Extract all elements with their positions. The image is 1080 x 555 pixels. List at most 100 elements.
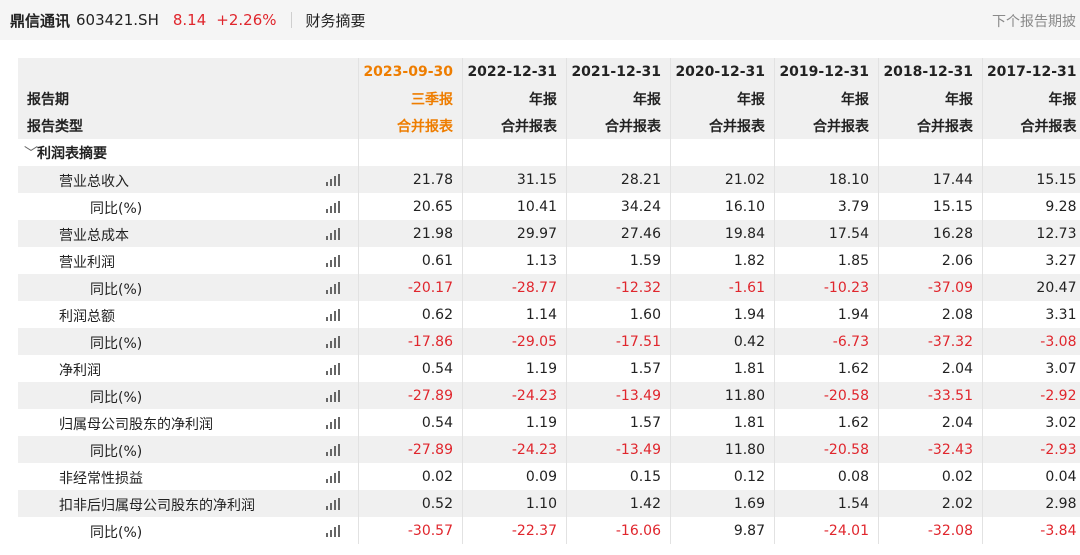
row-label-cell: 同比(%) <box>18 193 359 220</box>
value-cell: -12.32 <box>566 274 671 301</box>
value-cell: 0.54 <box>358 409 463 436</box>
value-cell: 15.15 <box>982 166 1080 193</box>
value-cell: 2.08 <box>878 301 983 328</box>
row-label: 营业利润 <box>59 255 115 271</box>
value-cell: 2.02 <box>878 490 983 517</box>
value-cell: -2.93 <box>982 436 1080 463</box>
row-label: 同比(%) <box>90 336 143 352</box>
value-cell: 1.81 <box>670 409 775 436</box>
report-kind-cell: 年报 <box>878 85 983 112</box>
value-cell: 3.31 <box>982 301 1080 328</box>
value-cell: 1.62 <box>774 355 879 382</box>
period-cell[interactable]: 2022-12-31 <box>462 58 567 85</box>
value-cell: 1.82 <box>670 247 775 274</box>
value-cell: 9.87 <box>670 517 775 544</box>
value-cell: -32.08 <box>878 517 983 544</box>
bar-chart-icon[interactable] <box>326 498 340 510</box>
report-kind-cell: 年报 <box>462 85 567 112</box>
bar-chart-icon[interactable] <box>326 390 340 402</box>
report-kind-cell: 年报 <box>774 85 879 112</box>
value-cell: -27.89 <box>358 382 463 409</box>
row-label: 同比(%) <box>90 201 143 217</box>
value-cell: 0.02 <box>878 463 983 490</box>
row-label-cell: 同比(%) <box>18 328 359 355</box>
table-row: 同比(%) -27.89 -24.23 -13.49 11.80 -20.58 -33.51… <box>18 382 1080 409</box>
row-label: 同比(%) <box>90 444 143 460</box>
table-row: 同比(%) -27.89 -24.23 -13.49 11.80 -20.58 -32.43… <box>18 436 1080 463</box>
value-cell: 29.97 <box>462 220 567 247</box>
row-label: 同比(%) <box>90 525 143 541</box>
value-cell: 1.60 <box>566 301 671 328</box>
value-cell: 1.69 <box>670 490 775 517</box>
value-cell: 1.54 <box>774 490 879 517</box>
value-cell: 20.47 <box>982 274 1080 301</box>
value-cell: 0.15 <box>566 463 671 490</box>
report-type-cell: 合并报表 <box>982 112 1080 139</box>
value-cell: -33.51 <box>878 382 983 409</box>
period-cell[interactable]: 2020-12-31 <box>670 58 775 85</box>
period-cell[interactable]: 2017-12-31 <box>982 58 1080 85</box>
value-cell: 1.57 <box>566 409 671 436</box>
value-cell: -13.49 <box>566 436 671 463</box>
empty-cell <box>982 139 1080 166</box>
period-cell[interactable]: 2023-09-30 <box>358 58 463 85</box>
table-row: 营业总成本 21.98 29.97 27.46 19.84 17.54 16.28 12.73 <box>18 220 1080 247</box>
report-type-cell: 合并报表 <box>462 112 567 139</box>
next-report-link[interactable]: 下个报告期披 <box>992 11 1076 31</box>
value-cell: -24.23 <box>462 436 567 463</box>
section-toggle[interactable]: ﹀利润表摘要 <box>18 139 359 166</box>
stock-code: 603421.SH <box>76 11 159 29</box>
stock-name: 鼎信通讯 <box>10 11 71 30</box>
table-row: 非经常性损益 0.02 0.09 0.15 0.12 0.08 0.02 0.04 <box>18 463 1080 490</box>
value-cell: -16.06 <box>566 517 671 544</box>
bar-chart-icon[interactable] <box>326 228 340 240</box>
value-cell: -3.84 <box>982 517 1080 544</box>
bar-chart-icon[interactable] <box>326 174 340 186</box>
row-label-cell: 净利润 <box>18 355 359 382</box>
report-type-cell: 合并报表 <box>774 112 879 139</box>
value-cell: -2.92 <box>982 382 1080 409</box>
value-cell: 1.94 <box>670 301 775 328</box>
bar-chart-icon[interactable] <box>326 417 340 429</box>
row-label: 营业总成本 <box>59 228 129 244</box>
empty-cell <box>774 139 879 166</box>
row-label-cell: 同比(%) <box>18 517 359 544</box>
value-cell: 1.85 <box>774 247 879 274</box>
divider <box>290 12 292 28</box>
value-cell: -20.58 <box>774 382 879 409</box>
report-kind-row: 报告期 三季报 年报 年报 年报 年报 年报 年报 <box>18 85 1080 112</box>
stock-price: 8.14 <box>172 11 207 29</box>
value-cell: -20.17 <box>358 274 463 301</box>
report-type-row: 报告类型 合并报表 合并报表 合并报表 合并报表 合并报表 合并报表 合并报表 <box>18 112 1080 139</box>
row-label-cell: 扣非后归属母公司股东的净利润 <box>18 490 359 517</box>
value-cell: 15.15 <box>878 193 983 220</box>
bar-chart-icon[interactable] <box>326 255 340 267</box>
value-cell: -13.49 <box>566 382 671 409</box>
value-cell: 3.02 <box>982 409 1080 436</box>
bar-chart-icon[interactable] <box>326 336 340 348</box>
bar-chart-icon[interactable] <box>326 309 340 321</box>
bar-chart-icon[interactable] <box>326 471 340 483</box>
bar-chart-icon[interactable] <box>326 444 340 456</box>
period-cell[interactable]: 2019-12-31 <box>774 58 879 85</box>
value-cell: -27.89 <box>358 436 463 463</box>
value-cell: 0.61 <box>358 247 463 274</box>
report-type-cell: 合并报表 <box>566 112 671 139</box>
period-cell[interactable]: 2021-12-31 <box>566 58 671 85</box>
value-cell: 17.44 <box>878 166 983 193</box>
table-row: 净利润 0.54 1.19 1.57 1.81 1.62 2.04 3.07 <box>18 355 1080 382</box>
value-cell: -22.37 <box>462 517 567 544</box>
value-cell: -30.57 <box>358 517 463 544</box>
period-row-label <box>18 58 359 85</box>
value-cell: -24.23 <box>462 382 567 409</box>
bar-chart-icon[interactable] <box>326 201 340 213</box>
bar-chart-icon[interactable] <box>326 363 340 375</box>
section-row[interactable]: ﹀利润表摘要 <box>18 139 1080 166</box>
empty-cell <box>878 139 983 166</box>
value-cell: 34.24 <box>566 193 671 220</box>
report-kind-cell: 年报 <box>670 85 775 112</box>
bar-chart-icon[interactable] <box>326 525 340 537</box>
bar-chart-icon[interactable] <box>326 282 340 294</box>
empty-cell <box>462 139 567 166</box>
period-cell[interactable]: 2018-12-31 <box>878 58 983 85</box>
